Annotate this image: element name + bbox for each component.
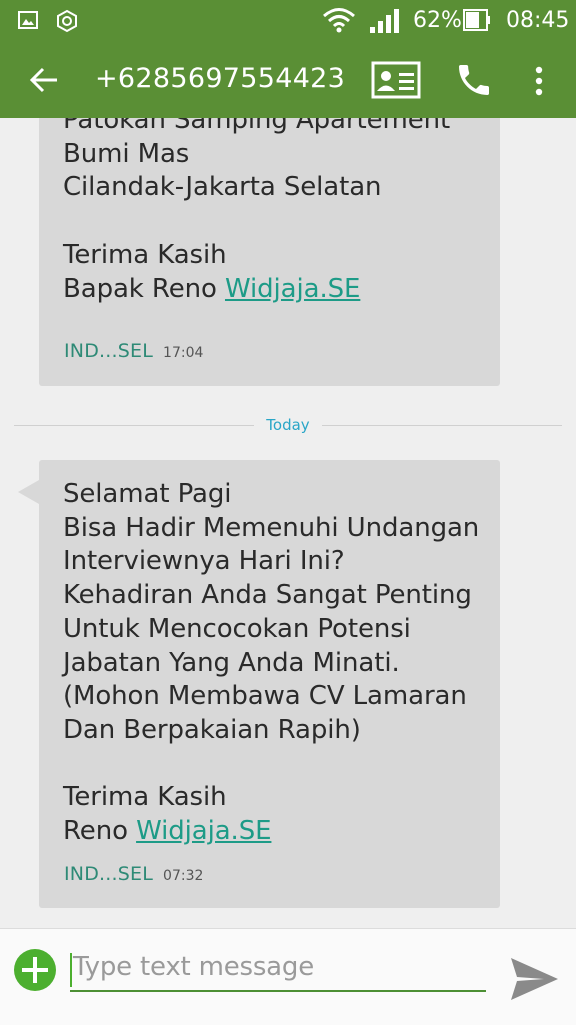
message-line: Terima Kasih — [63, 239, 227, 270]
date-divider-label: Today — [266, 416, 310, 434]
message-body: Selamat Pagi Bisa Hadir Memenuhi Undanga… — [63, 478, 479, 849]
sender-label: IND...SEL — [64, 340, 154, 362]
message-time: 07:32 — [163, 868, 204, 884]
message-meta: IND...SEL 17:04 — [64, 340, 203, 362]
settings-ring-icon — [55, 9, 79, 37]
battery-percent: 62% — [413, 8, 462, 33]
message-link[interactable]: Widjaja.SE — [225, 274, 360, 304]
message-link[interactable]: Widjaja.SE — [136, 816, 271, 846]
message-line: Kehadiran Anda Sangat Penting — [63, 580, 472, 611]
app-bar: +6285697554423 — [0, 42, 576, 118]
message-bubble[interactable]: Selamat Pagi Bisa Hadir Memenuhi Undanga… — [18, 460, 500, 908]
signal-icon — [368, 8, 400, 38]
contact-number-title: +6285697554423 — [95, 63, 346, 94]
message-line: Interviewnya Hari Ini? — [63, 546, 345, 577]
signature-name: Bapak Reno — [63, 273, 217, 304]
message-signature: Reno Widjaja.SE — [63, 815, 479, 849]
message-input-placeholder: Type text message — [73, 952, 315, 982]
clock: 08:45 — [506, 8, 570, 33]
wifi-icon — [322, 6, 356, 38]
date-divider: Today — [14, 414, 562, 436]
message-line: Terima Kasih — [63, 782, 227, 813]
image-icon — [18, 10, 38, 34]
message-line: Selamat Pagi — [63, 479, 232, 509]
message-input-field[interactable]: Type text message — [70, 949, 486, 993]
message-line: (Mohon Membawa CV Lamaran — [63, 681, 467, 712]
divider-line-right — [322, 425, 562, 426]
status-bar: 62% 08:45 — [0, 0, 576, 42]
message-line — [63, 748, 479, 782]
message-meta: IND...SEL 07:32 — [64, 863, 203, 885]
send-icon[interactable] — [508, 953, 560, 1009]
bubble-tail — [18, 480, 39, 504]
add-icon[interactable] — [14, 949, 56, 991]
divider-line-left — [14, 425, 254, 426]
message-time: 17:04 — [163, 345, 204, 361]
signature-name: Reno — [63, 816, 128, 847]
message-line: Bumi Mas — [63, 138, 190, 169]
message-bubble[interactable]: Patokan Samping Apartement Bumi Mas Cila… — [39, 118, 500, 386]
input-underline — [70, 990, 486, 992]
message-line: Untuk Mencocokan Potensi — [63, 613, 411, 644]
composer-bar: Type text message — [0, 928, 576, 1025]
sender-label: IND...SEL — [64, 863, 154, 885]
message-line — [63, 205, 450, 239]
message-signature: Bapak Reno Widjaja.SE — [63, 273, 450, 307]
back-arrow-icon[interactable] — [29, 66, 59, 98]
message-line: Dan Berpakaian Rapih) — [63, 714, 361, 745]
text-cursor — [70, 953, 72, 987]
more-vert-icon[interactable] — [532, 65, 546, 101]
message-line: Cilandak-Jakarta Selatan — [63, 172, 382, 203]
message-line: Jabatan Yang Anda Minati. — [63, 647, 400, 678]
message-body: Patokan Samping Apartement Bumi Mas Cila… — [63, 118, 450, 306]
message-line: Bisa Hadir Memenuhi Undangan — [63, 512, 480, 543]
message-line: Patokan Samping Apartement — [63, 118, 451, 135]
contact-card-icon[interactable] — [371, 61, 421, 103]
conversation-list[interactable]: Patokan Samping Apartement Bumi Mas Cila… — [0, 118, 576, 928]
phone-icon[interactable] — [454, 60, 494, 104]
battery-icon — [463, 9, 491, 35]
